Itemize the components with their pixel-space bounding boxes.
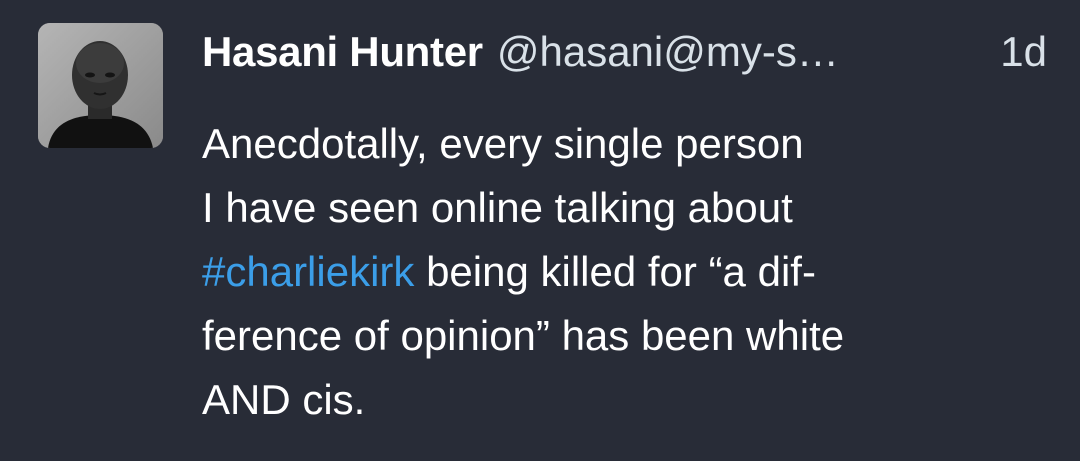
author-display-name[interactable]: Hasani Hunter: [202, 28, 483, 76]
avatar-image: [38, 23, 163, 148]
content-line: ference of opinion” has been white: [202, 312, 845, 359]
hashtag-link[interactable]: #charliekirk: [202, 248, 414, 295]
avatar[interactable]: [38, 23, 163, 148]
content-text: being killed for “a dif-: [414, 248, 816, 295]
content-line: Anecdotally, every single person: [202, 120, 804, 167]
content-line: AND cis.: [202, 376, 366, 423]
post-header: Hasani Hunter @hasani@my-s… 1d: [202, 28, 1047, 80]
author-handle[interactable]: @hasani@my-s…: [497, 28, 990, 76]
content-line: I have seen online talking about: [202, 184, 793, 231]
status-post[interactable]: Hasani Hunter @hasani@my-s… 1d Anecdotal…: [0, 0, 1080, 461]
post-timestamp[interactable]: 1d: [1000, 28, 1047, 76]
post-content: Anecdotally, every single person I have …: [202, 112, 1042, 432]
content-line: #charliekirk being killed for “a dif-: [202, 240, 1042, 304]
